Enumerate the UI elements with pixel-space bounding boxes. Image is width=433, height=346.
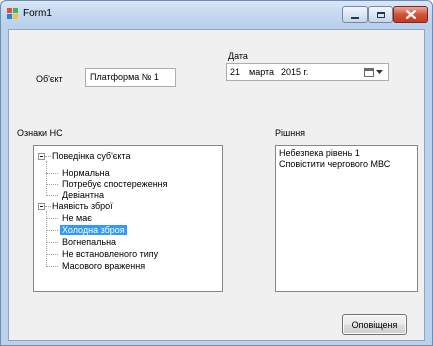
tree-node-firearm[interactable]: Вогнепальна (62, 237, 116, 248)
close-button[interactable] (393, 6, 428, 23)
object-input[interactable]: Платформа № 1 (85, 68, 176, 87)
tree-node-none[interactable]: Не має (62, 213, 92, 224)
maximize-button[interactable] (368, 6, 393, 23)
decision-label: Рішння (275, 128, 306, 138)
signs-label: Ознаки НС (17, 128, 63, 138)
tree-connector (46, 242, 58, 243)
tree-node-unknown-type[interactable]: Не встановленого типу (62, 249, 158, 260)
date-label: Дата (228, 51, 248, 61)
decision-line-1[interactable]: Небезпека рівень 1 (279, 148, 414, 159)
decision-list[interactable]: Небезпека рівень 1 Сповістити чергового … (275, 145, 418, 292)
tree-node-normal[interactable]: Нормальна (62, 168, 110, 179)
chevron-down-icon (375, 70, 383, 74)
tree-node-behavior[interactable]: Поведінка суб'єкта (52, 151, 130, 162)
close-icon (405, 10, 416, 19)
tree-connector (46, 211, 47, 267)
minimize-button[interactable] (342, 6, 368, 23)
calendar-icon (363, 67, 374, 77)
decision-line-2[interactable]: Сповістити чергового МВС (279, 159, 414, 170)
collapse-icon[interactable] (38, 203, 45, 210)
date-month[interactable]: марта (249, 67, 274, 77)
tree-node-needs-observation[interactable]: Потребує спостереження (62, 179, 168, 190)
tree-connector (46, 184, 58, 185)
collapse-icon[interactable] (38, 153, 45, 160)
date-year[interactable]: 2015 г. (281, 67, 308, 77)
date-picker[interactable]: 21 марта 2015 г. (226, 63, 389, 81)
minimize-icon (351, 16, 359, 19)
maximize-icon (376, 11, 385, 18)
tree-connector (45, 156, 51, 157)
tree-connector (46, 266, 58, 267)
object-label: Об'єкт (36, 74, 63, 84)
tree-connector (45, 206, 51, 207)
notify-button[interactable]: Оповіщеня (342, 314, 407, 335)
tree-connector (46, 195, 58, 196)
app-icon (7, 8, 18, 19)
tree-node-cold-weapon[interactable]: Холодна зброя (60, 225, 127, 236)
window-title: Form1 (23, 8, 52, 19)
tree-node-cold-weapon-label: Холодна зброя (60, 225, 127, 235)
form-client-area: Об'єкт Платформа № 1 Дата 21 марта 2015 … (8, 29, 425, 341)
date-dropdown-button[interactable] (359, 65, 387, 79)
tree-connector (46, 161, 47, 193)
date-day[interactable]: 21 (230, 67, 240, 77)
tree-node-mass-destruction[interactable]: Масового враження (62, 261, 145, 272)
signs-tree[interactable]: Поведінка суб'єкта Нормальна Потребує сп… (33, 145, 223, 292)
tree-connector (46, 230, 58, 231)
tree-node-weapons[interactable]: Наявість зброї (52, 201, 113, 212)
tree-connector (46, 218, 58, 219)
tree-connector (46, 173, 58, 174)
title-bar[interactable]: Form1 (1, 1, 432, 28)
main-window: Form1 Об'єкт Платформа № 1 Дата 21 марта… (0, 0, 433, 346)
tree-connector (46, 254, 58, 255)
tree-node-deviant[interactable]: Девіантна (62, 190, 104, 201)
